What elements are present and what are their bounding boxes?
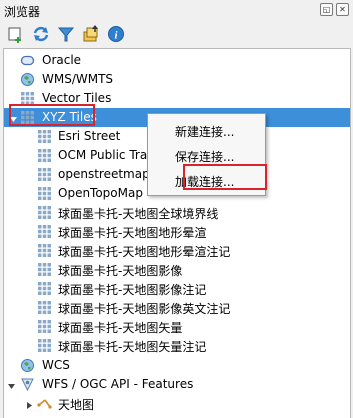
float-panel-icon[interactable]: ◱	[320, 3, 333, 16]
globe-icon	[20, 358, 35, 373]
tree-item-label: WFS / OGC API - Features	[42, 377, 194, 391]
highlight-frame-xyz-tiles	[9, 104, 95, 126]
close-panel-icon[interactable]: ✕	[336, 3, 349, 16]
grid-icon	[37, 319, 52, 334]
tree-item[interactable]: 球面墨卡托-天地图影像英文注记	[4, 298, 350, 317]
menu-item-label: 保存连接...	[175, 150, 235, 164]
tree-item-label: WCS	[42, 358, 70, 372]
tree-item[interactable]: WMS/WMTS	[4, 70, 350, 89]
collapse-arrow-icon[interactable]	[25, 399, 34, 409]
tree-item[interactable]: 球面墨卡托-天地图影像	[4, 260, 350, 279]
grid-icon	[37, 148, 52, 163]
add-layer-icon[interactable]	[6, 24, 26, 44]
tree-item-label: 球面墨卡托-天地图全球境界线	[58, 207, 219, 221]
grid-icon	[37, 262, 52, 277]
grid-icon	[37, 186, 52, 201]
grid-icon	[37, 167, 52, 182]
highlight-frame-load-connection	[183, 164, 267, 190]
tree-item[interactable]: 球面墨卡托-天地图矢量	[4, 317, 350, 336]
info-icon[interactable]: i	[106, 24, 126, 44]
expand-arrow-icon[interactable]	[7, 380, 16, 389]
grid-icon	[37, 338, 52, 353]
tree-item-label: OpenTopoMap	[58, 186, 143, 200]
collapse-all-icon[interactable]	[81, 24, 101, 44]
tree-item-label: 天地图	[58, 398, 95, 412]
tree-item[interactable]: WCS	[4, 356, 350, 375]
grid-icon	[37, 300, 52, 315]
browser-toolbar: i	[0, 20, 353, 48]
tree-item-label: 球面墨卡托-天地图地形晕渲注记	[58, 245, 231, 259]
grid-icon	[37, 129, 52, 144]
refresh-icon[interactable]	[31, 24, 51, 44]
tree-item-label: Oracle	[42, 53, 82, 67]
tree-item-label: 球面墨卡托-天地图影像注记	[58, 283, 207, 297]
tree-item-label: 球面墨卡托-天地图影像英文注记	[58, 302, 231, 316]
tree-item-label: 球面墨卡托-天地图地形晕渲	[58, 226, 207, 240]
grid-icon	[37, 243, 52, 258]
grid-icon	[37, 205, 52, 220]
tree-item-label: openstreetmap	[58, 167, 150, 181]
tree-item-label: 球面墨卡托-天地图矢量	[58, 321, 183, 335]
tree-item[interactable]: 球面墨卡托-天地图地形晕渲	[4, 222, 350, 241]
globe-icon	[20, 72, 35, 87]
tree-item[interactable]: WFS / OGC API - Features	[4, 375, 350, 394]
menu-item[interactable]: 保存连接...	[148, 144, 265, 166]
vector-icon	[37, 396, 52, 411]
tree-item[interactable]: 球面墨卡托-天地图全球境界线	[4, 203, 350, 222]
tree-item[interactable]: Oracle	[4, 51, 350, 70]
tree-item-label: OCM Public Tra	[58, 148, 148, 162]
tree-item-label: WMS/WMTS	[42, 72, 114, 86]
menu-item-label: 新建连接...	[175, 125, 235, 139]
tree-item-label: 球面墨卡托-天地图影像	[58, 264, 183, 278]
oracle-icon	[20, 53, 35, 68]
tree-item[interactable]: 天地图	[4, 394, 350, 413]
wfs-icon	[20, 377, 35, 392]
tree-item-label: Esri Street	[58, 129, 121, 143]
tree-item[interactable]: 球面墨卡托-天地图地形晕渲注记	[4, 241, 350, 260]
tree-item[interactable]: 球面墨卡托-天地图影像注记	[4, 279, 350, 298]
panel-titlebar: 浏览器 ◱ ✕	[0, 0, 353, 20]
grid-icon	[37, 224, 52, 239]
grid-icon	[37, 281, 52, 296]
filter-icon[interactable]	[56, 24, 76, 44]
tree-item-label: 球面墨卡托-天地图矢量注记	[58, 340, 207, 354]
tree-item-label: Vector Tiles	[42, 91, 112, 105]
panel-title: 浏览器	[4, 5, 41, 19]
tree-item[interactable]: 球面墨卡托-天地图矢量注记	[4, 336, 350, 355]
menu-item[interactable]: 新建连接...	[148, 119, 265, 141]
